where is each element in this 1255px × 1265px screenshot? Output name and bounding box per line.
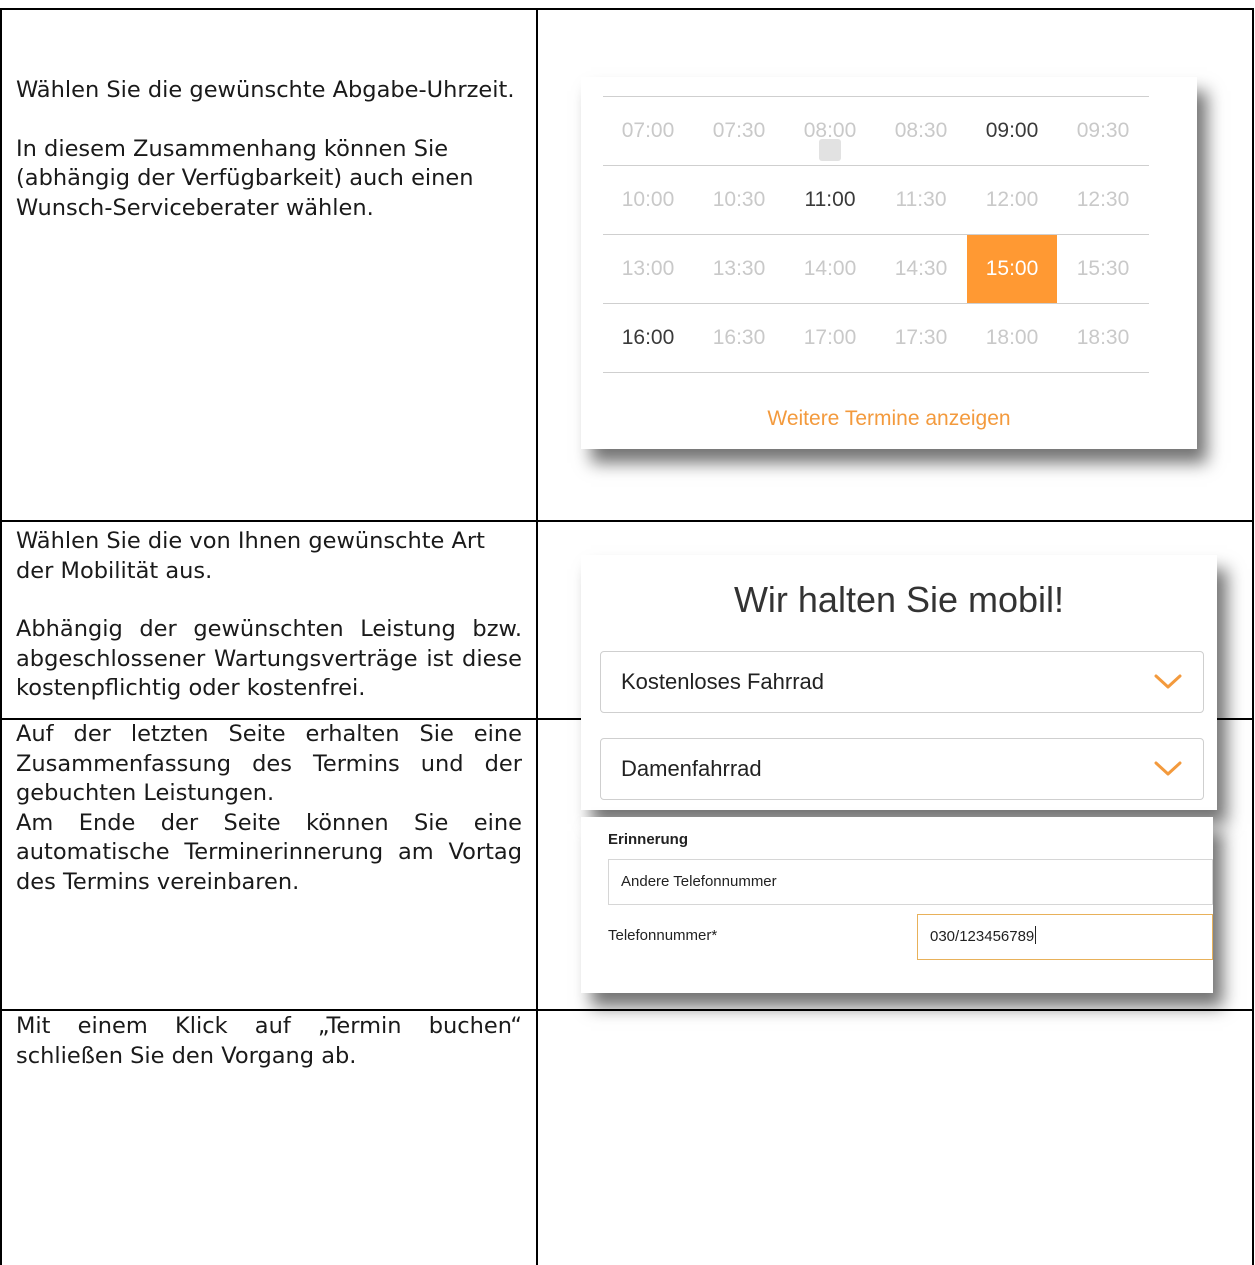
mouse-cursor <box>819 139 841 161</box>
mobility-panel: Wir halten Sie mobil! Kostenloses Fahrra… <box>581 555 1217 810</box>
mobility-type-select[interactable]: Kostenloses Fahrrad <box>600 651 1204 713</box>
chevron-down-icon <box>1154 674 1182 689</box>
table-border <box>0 8 1254 10</box>
time-slot[interactable]: 15:00 <box>967 235 1057 303</box>
table-border <box>1252 8 1254 1265</box>
chevron-down-icon <box>1154 761 1182 776</box>
time-slot[interactable]: 07:00 <box>603 97 693 165</box>
time-slot[interactable]: 13:00 <box>603 235 693 303</box>
time-slot[interactable]: 17:30 <box>876 304 966 372</box>
reminder-heading: Erinnerung <box>608 831 689 848</box>
time-slot[interactable]: 14:30 <box>876 235 966 303</box>
document-table: Wählen Sie die gewünschte Abgabe-Uhrzeit… <box>0 0 1255 1265</box>
phone-label: Telefonnummer* <box>608 927 718 944</box>
mobility-title: Wir halten Sie mobil! <box>733 579 1065 620</box>
time-slot[interactable]: 16:00 <box>603 304 693 372</box>
time-slot[interactable]: 10:30 <box>694 166 784 234</box>
time-slot[interactable]: 09:00 <box>967 97 1057 165</box>
table-border <box>536 8 538 1265</box>
reminder-option-select[interactable]: Andere Telefonnummer <box>608 859 1213 905</box>
description-text: Wählen Sie die von Ihnen gewünschte Art … <box>16 527 522 704</box>
description-text: Auf der letzten Seite erhalten Sie eine … <box>16 720 522 897</box>
description-paragraph: In diesem Zusammenhang können Sie (abhän… <box>16 135 474 221</box>
time-slot[interactable]: 16:30 <box>694 304 784 372</box>
description-paragraph: Wählen Sie die von Ihnen gewünschte Art … <box>16 528 486 584</box>
phone-input[interactable]: 030/123456789 <box>917 914 1213 960</box>
grid-divider <box>603 372 1149 373</box>
description-text: Wählen Sie die gewünschte Abgabe-Uhrzeit… <box>16 76 522 223</box>
select-value: Damenfahrrad <box>621 756 762 781</box>
more-appointments-link[interactable]: Weitere Termine anzeigen <box>581 407 1197 431</box>
time-slot-panel: 07:00 07:30 08:00 08:30 09:00 09:30 10:00 10:30… <box>581 77 1197 449</box>
time-slot[interactable]: 13:30 <box>694 235 784 303</box>
table-border <box>0 1009 1254 1011</box>
time-slot[interactable]: 10:00 <box>603 166 693 234</box>
table-border <box>0 520 1254 522</box>
time-slot[interactable]: 07:30 <box>694 97 784 165</box>
description-paragraph: Am Ende der Seite können Sie eine automa… <box>16 809 522 895</box>
time-slot[interactable]: 14:00 <box>785 235 875 303</box>
time-slot[interactable]: 11:00 <box>785 166 875 234</box>
time-slot[interactable]: 12:30 <box>1058 166 1148 234</box>
time-slot[interactable]: 09:30 <box>1058 97 1148 165</box>
time-slot[interactable]: 15:30 <box>1058 235 1148 303</box>
description-paragraph: Mit einem Klick auf „Termin buchen“ schl… <box>16 1013 522 1069</box>
description-text: Mit einem Klick auf „Termin buchen“ schl… <box>16 1012 522 1071</box>
time-slot[interactable]: 18:00 <box>967 304 1057 372</box>
text-caret <box>1035 926 1037 944</box>
time-slot[interactable]: 12:00 <box>967 166 1057 234</box>
time-slot[interactable]: 11:30 <box>876 166 966 234</box>
time-slot[interactable]: 17:00 <box>785 304 875 372</box>
reminder-panel: Erinnerung Andere Telefonnummer Telefonnum… <box>581 817 1213 993</box>
table-border <box>0 8 2 1265</box>
description-paragraph: Abhängig der gewünschten Leistung bzw. a… <box>16 616 522 701</box>
select-value: Kostenloses Fahrrad <box>621 669 824 694</box>
option-value: Andere Telefonnummer <box>621 873 777 890</box>
time-slot[interactable]: 08:30 <box>876 97 966 165</box>
description-paragraph: Auf der letzten Seite erhalten Sie eine … <box>16 721 522 806</box>
bike-type-select[interactable]: Damenfahrrad <box>600 738 1204 800</box>
time-slot[interactable]: 18:30 <box>1058 304 1148 372</box>
phone-value: 030/123456789 <box>930 928 1035 945</box>
description-paragraph: Wählen Sie die gewünschte Abgabe-Uhrzeit… <box>16 77 515 103</box>
